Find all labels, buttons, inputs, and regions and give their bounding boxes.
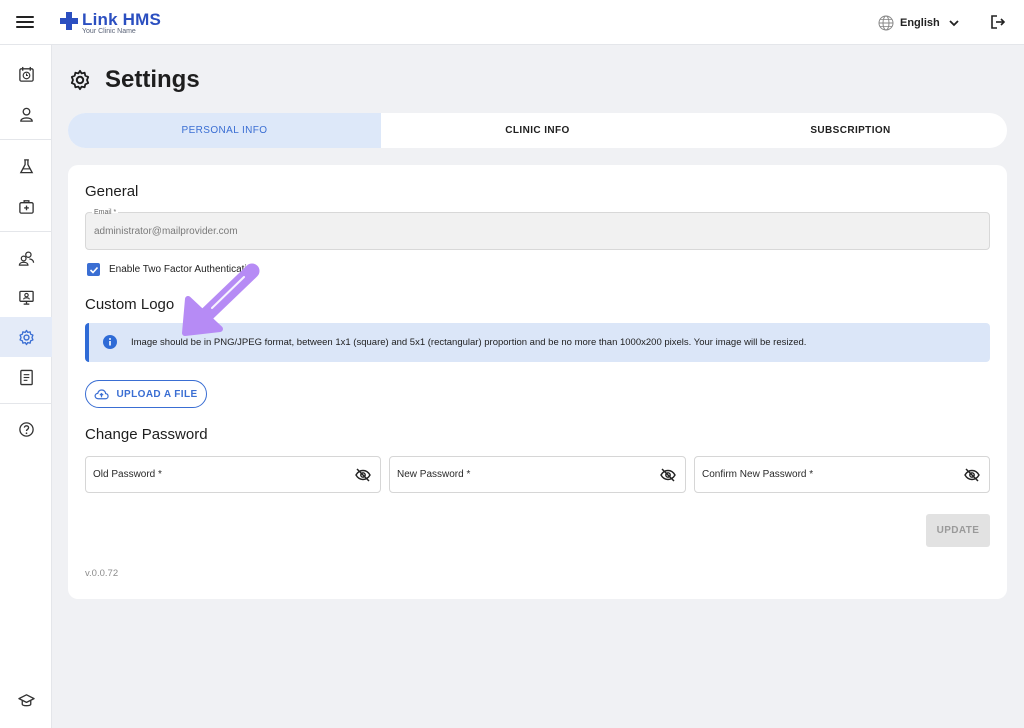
settings-gear-icon (70, 69, 90, 91)
custom-logo-section-title: Custom Logo (85, 296, 175, 313)
page-title: Settings (105, 66, 200, 93)
calendar-clock-icon (18, 66, 34, 82)
sidebar (0, 45, 52, 728)
old-password-label: Old Password * (93, 469, 162, 480)
sidebar-item-reports[interactable] (0, 357, 52, 397)
new-password-label: New Password * (397, 469, 471, 480)
change-password-section-title: Change Password (85, 426, 208, 443)
logo-info-text: Image should be in PNG/JPEG format, betw… (131, 337, 807, 348)
settings-tabs: PERSONAL INFO CLINIC INFO SUBSCRIPTION (68, 113, 1007, 148)
sidebar-item-appointments[interactable] (0, 54, 52, 94)
app-brand-name: Link HMS (82, 10, 162, 29)
sidebar-item-telemedicine[interactable] (0, 277, 52, 317)
logo-cross-icon (60, 12, 78, 30)
help-circle-icon (18, 421, 34, 437)
sidebar-item-settings[interactable] (0, 317, 52, 357)
sidebar-item-patients[interactable] (0, 238, 52, 278)
email-field[interactable]: Email * administrator@mailprovider.com (85, 209, 990, 250)
graduation-cap-icon (17, 693, 35, 706)
globe-icon (878, 15, 894, 31)
old-password-field[interactable]: Old Password * (85, 456, 381, 493)
language-selector[interactable]: English (878, 14, 960, 32)
personal-info-card: General Email * administrator@mailprovid… (68, 165, 1007, 599)
report-document-icon (19, 369, 33, 385)
upload-file-button[interactable]: UPLOAD A FILE (85, 380, 207, 408)
tab-subscription[interactable]: SUBSCRIPTION (694, 113, 1007, 148)
sidebar-item-medical[interactable] (0, 186, 52, 226)
general-section-title: General (85, 183, 139, 200)
new-password-field[interactable]: New Password * (389, 456, 686, 493)
cloud-upload-icon (94, 388, 110, 399)
checkmark-icon (89, 266, 98, 274)
sidebar-item-help[interactable] (0, 409, 52, 449)
confirm-password-label: Confirm New Password * (702, 469, 814, 480)
info-icon (103, 335, 117, 349)
medical-kit-icon (18, 199, 34, 214)
logout-icon[interactable] (990, 14, 1006, 30)
clinic-name: Your Clinic Name (82, 28, 136, 35)
eye-off-icon[interactable] (964, 467, 980, 483)
email-value: administrator@mailprovider.com (94, 226, 238, 237)
confirm-password-field[interactable]: Confirm New Password * (694, 456, 990, 493)
menu-icon[interactable] (16, 14, 34, 30)
sidebar-item-profile[interactable] (0, 94, 52, 134)
tab-clinic-info[interactable]: CLINIC INFO (381, 113, 694, 148)
app-version: v.0.0.72 (85, 568, 119, 579)
chevron-down-icon (949, 20, 959, 27)
logo-info-alert: Image should be in PNG/JPEG format, betw… (85, 323, 990, 362)
top-bar: Link HMS Your Clinic Name English (0, 0, 1024, 45)
email-label: Email * (92, 209, 119, 216)
sidebar-item-tutorials[interactable] (0, 680, 52, 720)
two-factor-checkbox[interactable] (87, 263, 100, 276)
page-header: Settings (69, 65, 200, 95)
eye-off-icon[interactable] (660, 467, 676, 483)
sidebar-item-laboratory[interactable] (0, 146, 52, 186)
user-icon (19, 107, 33, 122)
upload-file-label: UPLOAD A FILE (116, 388, 198, 400)
eye-off-icon[interactable] (355, 467, 371, 483)
lab-flask-icon (19, 158, 33, 173)
two-factor-toggle[interactable]: Enable Two Factor Authentication (87, 263, 258, 276)
two-factor-label: Enable Two Factor Authentication (109, 264, 258, 275)
gear-icon (18, 329, 34, 345)
monitor-user-icon (18, 290, 34, 305)
language-label: English (900, 17, 940, 29)
tab-personal-info[interactable]: PERSONAL INFO (68, 113, 381, 148)
update-button[interactable]: UPDATE (926, 514, 990, 547)
patients-group-icon (18, 250, 34, 266)
